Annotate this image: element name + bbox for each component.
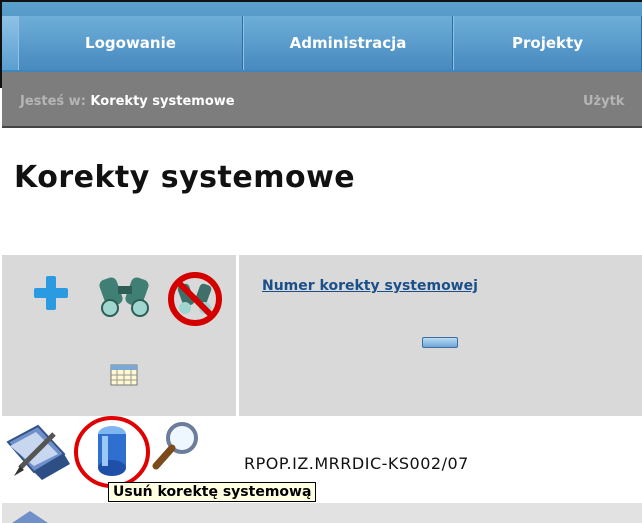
edit-icon[interactable] (4, 420, 76, 488)
window-left-border (0, 0, 2, 88)
breadcrumb-current: Korekty systemowe (90, 94, 235, 109)
view-icon[interactable] (148, 418, 204, 474)
breadcrumb: Jesteś w: Korekty systemowe Użytk (2, 72, 642, 128)
user-info-label: Użytk (583, 94, 625, 109)
breadcrumb-prefix: Jesteś w: (20, 94, 91, 109)
no-search-icon[interactable] (166, 270, 224, 328)
tab-administracja[interactable]: Administracja (243, 16, 453, 70)
korekta-number[interactable]: RPOP.IZ.MRRDIC-KS002/07 (244, 454, 469, 473)
calendar-grid-icon[interactable] (110, 364, 138, 386)
tab-logowanie[interactable]: Logowanie (18, 16, 243, 70)
tooltip: Usuń korektę systemową (108, 482, 317, 502)
grid-header-divider (236, 255, 239, 418)
tab-projekty[interactable]: Projekty (453, 16, 642, 70)
binoculars-search-icon[interactable] (98, 270, 154, 318)
add-icon[interactable] (30, 272, 72, 314)
nav-left-edge (2, 16, 18, 70)
table-row (2, 503, 642, 523)
delete-icon[interactable] (72, 414, 152, 492)
sort-button[interactable] (422, 337, 458, 348)
edit-icon[interactable] (10, 505, 50, 523)
page-title: Korekty systemowe (14, 160, 356, 195)
column-header-numer-korekty[interactable]: Numer korekty systemowej (262, 278, 478, 294)
breadcrumb-path: Jesteś w: Korekty systemowe (20, 94, 235, 109)
